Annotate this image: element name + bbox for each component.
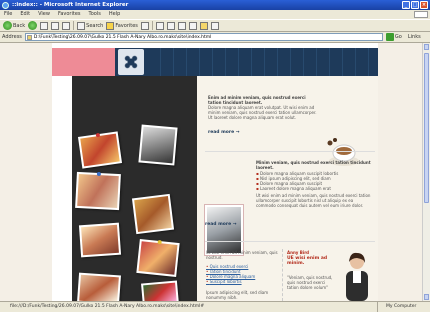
address-input[interactable]: D:\Funk\Testing\26.09.07\Gulko 21.5 Flas…	[24, 33, 383, 41]
sidebar-name: Anny Bird	[287, 250, 310, 255]
header-pink-block	[52, 48, 115, 76]
menu-edit[interactable]: Edit	[20, 10, 30, 19]
block2-body: Ut wisi enim ad minim veniam, quis nostr…	[256, 193, 371, 208]
messenger-icon[interactable]	[210, 21, 219, 30]
back-arrow-icon	[3, 21, 12, 30]
sidebar-quote: "Veniam, quis nostrud, quis nostrud exer…	[287, 275, 333, 290]
menu-tools[interactable]: Tools	[89, 10, 101, 19]
go-arrow-icon	[385, 33, 394, 41]
page-viewport: Enim ad minim veniam, quis nostrud exerc…	[0, 43, 422, 301]
block3-links: Quis nostrud exerci Tation tincidunt Dol…	[206, 264, 280, 284]
favorites-label: Favorites	[115, 22, 138, 29]
block3-intro: Ut wisi enim ad minim veniam, quis nostr…	[206, 250, 278, 260]
maximize-button[interactable]: □	[411, 1, 419, 9]
history-icon[interactable]	[140, 21, 149, 30]
section-divider	[205, 151, 375, 152]
read-more-link[interactable]: read more →	[205, 222, 237, 227]
address-url: D:\Funk\Testing\26.09.07\Gulko 21.5 Flas…	[33, 35, 212, 40]
windows-logo-icon	[414, 11, 428, 18]
back-button[interactable]: Back	[3, 21, 25, 30]
photo-cake	[78, 222, 122, 258]
print-icon[interactable]	[166, 21, 175, 30]
menu-help[interactable]: Help	[109, 10, 120, 19]
toolbar-separator	[73, 21, 75, 30]
go-button[interactable]: Go	[385, 33, 402, 41]
site-background-right	[378, 43, 422, 301]
page-icon	[26, 35, 32, 40]
photo-party	[77, 131, 123, 169]
header-stripes	[148, 48, 378, 76]
block3-footer: Ipsum adipiscing elit, sed diam nonummy …	[206, 290, 269, 300]
search-label: Search	[86, 22, 104, 29]
site-logo-icon[interactable]	[118, 49, 144, 75]
toolbar: Back Search Favorites	[0, 19, 430, 32]
links-button[interactable]: Links	[408, 34, 421, 40]
list-link[interactable]: Suscipit lobortis	[206, 279, 280, 284]
vertical-scrollbar[interactable]	[422, 43, 430, 301]
block2-heading: Minim veniam, quis nostrud exerci tation…	[256, 160, 371, 170]
star-icon	[106, 21, 115, 30]
block2-bullets: Dolore magna aliquam suscipit lobortis N…	[256, 171, 374, 191]
site-background-left	[0, 43, 52, 301]
scroll-down-icon[interactable]	[424, 294, 429, 300]
go-label: Go	[394, 34, 402, 40]
mail-icon[interactable]	[155, 21, 164, 30]
window-titlebar: ::index:: - Microsoft Internet Explorer …	[0, 0, 430, 10]
block1-body: Dolore magna aliquam erat volutpat. Ut w…	[208, 105, 317, 120]
bullet-item: Laoreet dolore magna aliquam erat	[256, 186, 374, 191]
minimize-button[interactable]: _	[402, 1, 410, 9]
ie-logo-icon	[2, 2, 9, 9]
window-title: ::index:: - Microsoft Internet Explorer	[12, 2, 129, 8]
scroll-thumb[interactable]	[424, 53, 429, 203]
menu-file[interactable]: File	[4, 10, 12, 19]
sidebar-tagline: UE wisi enim ad minim.	[287, 256, 328, 266]
menu-favorites[interactable]: Favorites	[58, 10, 81, 19]
edit-icon[interactable]	[177, 21, 186, 30]
photo-friends	[75, 171, 121, 211]
toolbar-separator	[151, 21, 153, 30]
stop-icon[interactable]	[40, 21, 49, 30]
discuss-icon[interactable]	[188, 21, 197, 30]
folder-icon[interactable]	[199, 21, 208, 30]
scroll-up-icon[interactable]	[424, 44, 429, 50]
forward-button[interactable]	[28, 21, 38, 30]
section-divider	[205, 241, 375, 242]
search-icon	[77, 21, 86, 30]
favorites-button[interactable]: Favorites	[106, 21, 138, 30]
refresh-icon[interactable]	[51, 21, 60, 30]
search-button[interactable]: Search	[77, 21, 104, 30]
address-label: Address	[2, 34, 22, 40]
home-icon[interactable]	[62, 21, 71, 30]
photo-celebration	[131, 193, 175, 235]
status-text: file:///D:/Funk/Testing/26.09.07/Gulko 2…	[10, 304, 205, 309]
column-divider	[282, 249, 283, 301]
photo-group	[136, 239, 180, 277]
wedding-photo	[204, 204, 244, 256]
photo-couple	[138, 124, 178, 166]
read-more-link[interactable]: read more →	[208, 130, 240, 135]
window-controls: _ □ ×	[402, 1, 428, 9]
menu-bar: File Edit View Favorites Tools Help	[0, 10, 430, 19]
close-button[interactable]: ×	[420, 1, 428, 9]
photo-christmas	[141, 280, 179, 301]
menu-view[interactable]: View	[38, 10, 50, 19]
status-bar: file:///D:/Funk/Testing/26.09.07/Gulko 2…	[0, 301, 430, 312]
address-bar: Address D:\Funk\Testing\26.09.07\Gulko 2…	[0, 32, 430, 43]
security-zone: My Computer	[377, 302, 427, 312]
photo-column	[72, 76, 197, 301]
photo-dinner	[77, 272, 121, 301]
back-label: Back	[13, 22, 26, 29]
block1-heading: Enim ad minim veniam, quis nostrud exerc…	[208, 95, 306, 105]
businesswoman-photo	[340, 249, 374, 301]
